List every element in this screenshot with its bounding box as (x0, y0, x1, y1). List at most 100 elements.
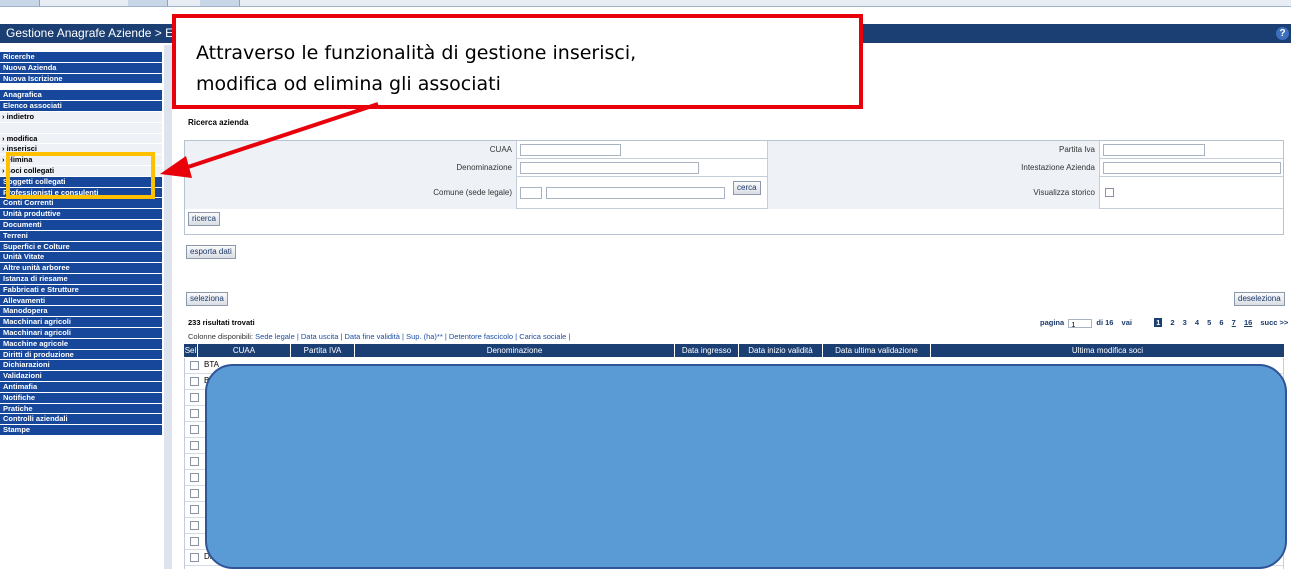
sidebar-item[interactable]: Fabbricati e Strutture (0, 284, 162, 296)
sidebar-item[interactable]: › indietro (0, 111, 162, 123)
denominazione-input[interactable] (520, 162, 699, 174)
page-link[interactable]: 16 (1244, 318, 1252, 327)
sidebar-item[interactable]: Notifiche (0, 392, 162, 404)
sidebar-item[interactable]: Manodopera (0, 306, 162, 318)
sidebar-item[interactable]: Elenco associati (0, 101, 162, 112)
sidebar-item[interactable]: Validazioni (0, 371, 162, 382)
sidebar-item[interactable]: Pratiche (0, 403, 162, 415)
cuaa-label: CUAA (185, 141, 517, 159)
sidebar-menu: Ricerche Nuova Azienda Nuova Iscrizione Ana… (0, 52, 162, 436)
next-page-link[interactable]: succ >> (1260, 318, 1288, 327)
sidebar-item[interactable]: Stampe (0, 425, 162, 436)
vai-link[interactable]: vai (1122, 318, 1132, 327)
sidebar-item[interactable]: Unità Vitate (0, 252, 162, 264)
results-count: 233 risultati trovati (188, 318, 255, 327)
page-link[interactable]: 3 (1183, 318, 1187, 327)
row-select-checkbox[interactable] (190, 393, 199, 402)
col-header[interactable]: CUAA (198, 344, 291, 357)
sidebar-item[interactable]: Dichiarazioni (0, 360, 162, 372)
intestazione-label: Intestazione Azienda (767, 159, 1100, 177)
ricerca-button[interactable]: ricerca (188, 212, 221, 226)
search-row: Comune (sede legale) cerca Visualizza st… (185, 177, 1283, 209)
top-tab[interactable] (128, 0, 168, 6)
sidebar-item[interactable]: Terreni (0, 230, 162, 242)
visualizza-storico-checkbox[interactable] (1105, 188, 1114, 197)
sidebar-item[interactable]: Macchinari agricoli (0, 327, 162, 339)
highlight-box (6, 152, 155, 199)
row-select-checkbox[interactable] (190, 361, 199, 370)
annotation-text: Attraverso le funzionalità di gestione i… (196, 38, 636, 100)
row-select-checkbox[interactable] (190, 425, 199, 434)
col-header[interactable]: Data inizio validità (739, 344, 823, 357)
sidebar-item[interactable]: Ricerche (0, 52, 162, 63)
cuaa-input[interactable] (520, 144, 621, 156)
row-select-checkbox[interactable] (190, 505, 199, 514)
sidebar-item[interactable]: Nuova Azienda (0, 62, 162, 74)
sidebar-item[interactable]: Unità produttive (0, 209, 162, 220)
search-form: CUAA Partita Iva Denominazione Intestazi… (184, 140, 1284, 235)
search-row: Denominazione Intestazione Azienda (185, 159, 1283, 177)
row-select-checkbox[interactable] (190, 409, 199, 418)
col-header[interactable]: Denominazione (355, 344, 675, 357)
sidebar-item[interactable]: Anagrafica (0, 90, 162, 102)
sidebar-item[interactable]: Documenti (0, 219, 162, 231)
page-input[interactable]: 1 (1068, 318, 1093, 329)
sidebar-item[interactable]: Diritti di produzione (0, 349, 162, 361)
sidebar-item[interactable]: Istanza di riesame (0, 273, 162, 285)
sidebar-item[interactable]: Conti Correnti (0, 198, 162, 210)
row-select-checkbox[interactable] (190, 377, 199, 386)
sidebar-item[interactable]: › modifica (0, 133, 162, 145)
sidebar-item[interactable] (0, 122, 162, 134)
page-link[interactable]: 6 (1219, 318, 1223, 327)
sidebar-item[interactable]: Antimafia (0, 381, 162, 393)
page-title: Gestione Anagrafe Aziende > E (6, 26, 174, 40)
col-header[interactable]: Ultima modifica soci (931, 344, 1284, 357)
page-link[interactable]: 7 (1232, 318, 1236, 327)
col-header[interactable]: Partita IVA (291, 344, 355, 357)
page-link[interactable]: 4 (1195, 318, 1199, 327)
page-total: di 16 (1096, 318, 1114, 327)
sidebar-item[interactable]: Altre unità arboree (0, 263, 162, 274)
sidebar-item[interactable]: Superfici e Colture (0, 241, 162, 253)
denominazione-label: Denominazione (185, 159, 517, 177)
top-tab[interactable] (0, 0, 40, 6)
row-select-checkbox[interactable] (190, 473, 199, 482)
seleziona-button[interactable]: seleziona (186, 292, 228, 306)
page-link[interactable]: 2 (1170, 318, 1174, 327)
page-link[interactable]: 5 (1207, 318, 1211, 327)
sidebar-item[interactable]: Controlli aziendali (0, 414, 162, 426)
sidebar-item[interactable]: Macchine agricole (0, 338, 162, 350)
comune-input[interactable] (546, 187, 725, 199)
available-columns: Colonne disponibili: Sede legale | Data … (188, 332, 570, 341)
col-header[interactable]: Data ingresso (675, 344, 739, 357)
esporta-dati-button[interactable]: esporta dati (186, 245, 236, 259)
deseleziona-button[interactable]: deseleziona (1234, 292, 1285, 306)
visualizza-storico-label: Visualizza storico (767, 177, 1100, 209)
row-select-checkbox[interactable] (190, 553, 199, 562)
sidebar-item[interactable]: Macchinari agricoli (0, 317, 162, 328)
comune-provincia-input[interactable] (520, 187, 542, 199)
page-link-current[interactable]: 1 (1154, 318, 1163, 327)
comune-label: Comune (sede legale) (185, 177, 517, 209)
pagina-label: pagina (1040, 318, 1065, 327)
results-table-header: Sel CUAA Partita IVA Denominazione Data … (184, 344, 1284, 357)
pagination: pagina 1 di 16 vai 1 2 3 4 5 6 7 16 succ… (1040, 318, 1288, 329)
cerca-button[interactable]: cerca (733, 181, 761, 195)
col-header[interactable]: Data ultima validazione (823, 344, 931, 357)
annotation-callout: Attraverso le funzionalità di gestione i… (172, 14, 863, 109)
top-tab[interactable] (200, 0, 240, 6)
row-select-checkbox[interactable] (190, 537, 199, 546)
search-row: CUAA Partita Iva (185, 141, 1283, 159)
intestazione-input[interactable] (1103, 162, 1281, 174)
available-columns-links[interactable]: Sede legale | Data uscita | Data fine va… (255, 332, 570, 341)
browser-top-strip (0, 0, 1291, 7)
row-select-checkbox[interactable] (190, 489, 199, 498)
row-select-checkbox[interactable] (190, 457, 199, 466)
partita-iva-input[interactable] (1103, 144, 1205, 156)
sidebar-item[interactable]: Nuova Iscrizione (0, 73, 162, 85)
help-icon[interactable]: ? (1276, 27, 1289, 40)
row-select-checkbox[interactable] (190, 441, 199, 450)
row-select-checkbox[interactable] (190, 521, 199, 530)
sidebar-item[interactable]: Allevamenti (0, 295, 162, 307)
sidebar-gutter (164, 45, 172, 569)
